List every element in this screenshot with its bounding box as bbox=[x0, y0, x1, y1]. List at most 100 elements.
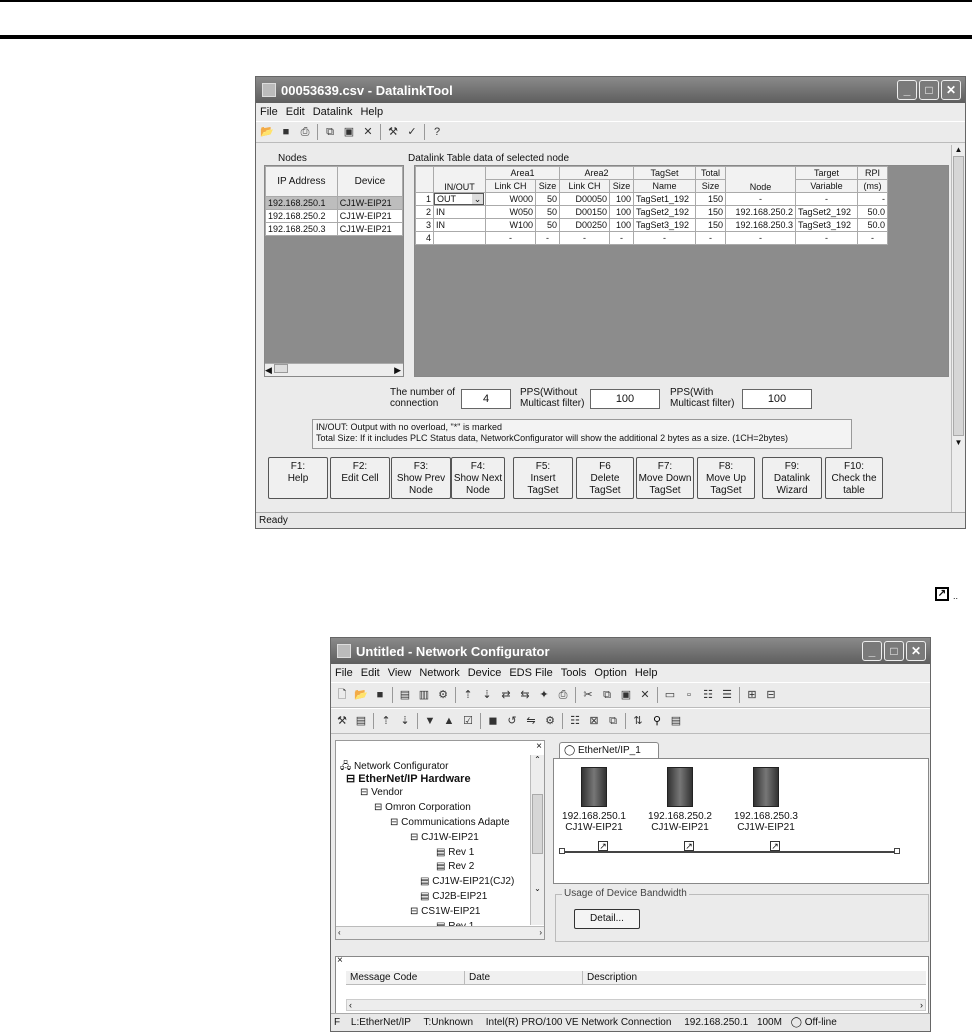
disconnect-icon[interactable]: ▥ bbox=[417, 688, 431, 702]
download-param-icon[interactable]: ⇣ bbox=[398, 714, 412, 728]
shortcut-link-icon[interactable]: ↗ bbox=[684, 841, 694, 851]
menu-network[interactable]: Network bbox=[419, 667, 459, 679]
target-header[interactable]: Target bbox=[795, 166, 858, 180]
maximize-button[interactable]: □ bbox=[919, 80, 939, 100]
tagset-name[interactable]: TagSet3_192 bbox=[633, 218, 696, 232]
download-icon[interactable]: ⇣ bbox=[480, 688, 494, 702]
upload-icon[interactable]: ⇡ bbox=[461, 688, 475, 702]
ip-address-header[interactable]: IP Address bbox=[265, 166, 338, 197]
target-variable[interactable]: TagSet3_192 bbox=[795, 218, 858, 232]
rpi-value[interactable]: 50.0 bbox=[857, 205, 888, 219]
inout-select[interactable]: OUT ⌄ bbox=[433, 192, 486, 206]
tree-item-vendor[interactable]: ⊟ Vendor bbox=[360, 787, 403, 798]
f10-check-table-button[interactable]: F10: Check the table bbox=[825, 457, 883, 499]
arrange-icon[interactable]: ⊞ bbox=[745, 688, 759, 702]
node-cell[interactable]: - bbox=[725, 231, 796, 245]
f5-insert-tagset-button[interactable]: F5: Insert TagSet bbox=[513, 457, 573, 499]
tree-item-omron-corporation[interactable]: ⊟ Omron Corporation bbox=[374, 802, 471, 813]
table-edit-icon[interactable]: ☷ bbox=[568, 714, 582, 728]
message-code-header[interactable]: Message Code bbox=[350, 971, 417, 984]
inout-value[interactable]: IN bbox=[433, 218, 486, 232]
node-ip[interactable]: 192.168.250.1 bbox=[265, 196, 338, 210]
area2-header[interactable]: Area2 bbox=[559, 166, 634, 180]
small-icon-view-icon[interactable]: ▫ bbox=[682, 688, 696, 702]
rpi-header[interactable]: RPI bbox=[857, 166, 888, 180]
menu-edit[interactable]: Edit bbox=[286, 106, 305, 118]
table-row[interactable]: 1 OUT ⌄ W000 50 D00050 100 TagSet1_192 15… bbox=[415, 192, 888, 206]
inout-value[interactable]: IN bbox=[433, 205, 486, 219]
connect-icon[interactable]: ▤ bbox=[398, 688, 412, 702]
inout-value[interactable] bbox=[433, 231, 486, 245]
target-variable[interactable]: - bbox=[795, 192, 858, 206]
sort-icon[interactable]: ⇅ bbox=[631, 714, 645, 728]
node-device[interactable]: CJ1W-EIP21 bbox=[336, 222, 404, 236]
delete-icon[interactable]: ✕ bbox=[638, 688, 652, 702]
f6-delete-tagset-button[interactable]: F6 Delete TagSet bbox=[576, 457, 634, 499]
node-row[interactable]: 192.168.250.3 CJ1W-EIP21 bbox=[265, 222, 404, 236]
maximize-button[interactable]: □ bbox=[884, 641, 904, 661]
tree-item-rev2[interactable]: ▤ Rev 2 bbox=[436, 861, 474, 872]
device-header[interactable]: Device bbox=[336, 166, 404, 197]
upload-param-icon[interactable]: ⇡ bbox=[379, 714, 393, 728]
f1-help-button[interactable]: F1: Help bbox=[268, 457, 328, 499]
menu-edit[interactable]: Edit bbox=[361, 667, 380, 679]
linkch-header[interactable]: Link CH bbox=[485, 179, 536, 193]
cut-icon[interactable]: ✂ bbox=[581, 688, 595, 702]
detail-view-icon[interactable]: ☰ bbox=[720, 688, 734, 702]
rpi-value[interactable]: 50.0 bbox=[857, 218, 888, 232]
tagset-name[interactable]: TagSet1_192 bbox=[633, 192, 696, 206]
detail-button[interactable]: Detail... bbox=[574, 909, 640, 929]
f3-show-prev-node-button[interactable]: F3: Show Prev Node bbox=[391, 457, 451, 499]
f4-show-next-node-button[interactable]: F4: Show Next Node bbox=[451, 457, 505, 499]
target-variable[interactable]: - bbox=[795, 231, 858, 245]
table-row[interactable]: 3 IN W100 50 D00250 100 TagSet3_192 150 … bbox=[415, 218, 888, 232]
align-icon[interactable]: ⊟ bbox=[764, 688, 778, 702]
tagset-header[interactable]: TagSet bbox=[633, 166, 696, 180]
linkch-header[interactable]: Link CH bbox=[559, 179, 610, 193]
area2-linkch[interactable]: - bbox=[559, 231, 610, 245]
size-header[interactable]: Size bbox=[535, 179, 560, 193]
menu-file[interactable]: File bbox=[335, 667, 353, 679]
menu-option[interactable]: Option bbox=[594, 667, 626, 679]
area1-size[interactable]: - bbox=[535, 231, 560, 245]
area1-linkch[interactable]: W000 bbox=[485, 192, 536, 206]
help-icon[interactable]: ? bbox=[430, 125, 444, 139]
menu-help[interactable]: Help bbox=[635, 667, 658, 679]
paste-icon[interactable]: ▣ bbox=[619, 688, 633, 702]
tree-pane-close-icon[interactable]: × bbox=[536, 741, 542, 752]
total-header[interactable]: Total bbox=[695, 166, 726, 180]
open-icon[interactable]: 📂 bbox=[354, 688, 368, 702]
tree-vscrollbar[interactable]: ⌃ ⌄ bbox=[530, 755, 544, 925]
area1-linkch[interactable]: - bbox=[485, 231, 536, 245]
parameter-icon[interactable]: ▤ bbox=[354, 714, 368, 728]
save-icon[interactable]: ■ bbox=[279, 125, 293, 139]
datalink-vscrollbar[interactable]: ▲ ▼ bbox=[951, 145, 965, 513]
rpi-value[interactable]: - bbox=[857, 231, 888, 245]
binoculars-icon[interactable]: ⚲ bbox=[650, 714, 664, 728]
move-up-icon[interactable]: ▲ bbox=[442, 714, 456, 728]
area2-linkch[interactable]: D00250 bbox=[559, 218, 610, 232]
total-size[interactable]: 150 bbox=[695, 205, 726, 219]
area2-size[interactable]: - bbox=[609, 231, 634, 245]
nodes-hscrollbar[interactable]: ◀ ▶ bbox=[265, 363, 403, 376]
rpi-ms-header[interactable]: (ms) bbox=[857, 179, 888, 193]
node-ip[interactable]: 192.168.250.2 bbox=[265, 209, 338, 223]
new-file-icon[interactable]: 🗋 bbox=[335, 688, 349, 702]
area1-size[interactable]: 50 bbox=[535, 218, 560, 232]
rpi-value[interactable]: - bbox=[857, 192, 888, 206]
tagset-name-header[interactable]: Name bbox=[633, 179, 696, 193]
minimize-button[interactable]: _ bbox=[897, 80, 917, 100]
copy-table-icon[interactable]: ⧉ bbox=[606, 714, 620, 728]
device-node[interactable]: 192.168.250.3 CJ1W-EIP21 bbox=[726, 767, 806, 833]
area2-size[interactable]: 100 bbox=[609, 192, 634, 206]
paste-icon[interactable]: ▣ bbox=[342, 125, 356, 139]
total-size[interactable]: - bbox=[695, 231, 726, 245]
area1-size[interactable]: 50 bbox=[535, 205, 560, 219]
tagset-name[interactable]: TagSet2_192 bbox=[633, 205, 696, 219]
menu-eds-file[interactable]: EDS File bbox=[509, 667, 552, 679]
minimize-button[interactable]: _ bbox=[862, 641, 882, 661]
description-header[interactable]: Description bbox=[582, 971, 637, 984]
device-node[interactable]: 192.168.250.2 CJ1W-EIP21 bbox=[640, 767, 720, 833]
network-tab[interactable]: ◯ EtherNet/IP_1 bbox=[559, 742, 659, 758]
total-size[interactable]: 150 bbox=[695, 192, 726, 206]
